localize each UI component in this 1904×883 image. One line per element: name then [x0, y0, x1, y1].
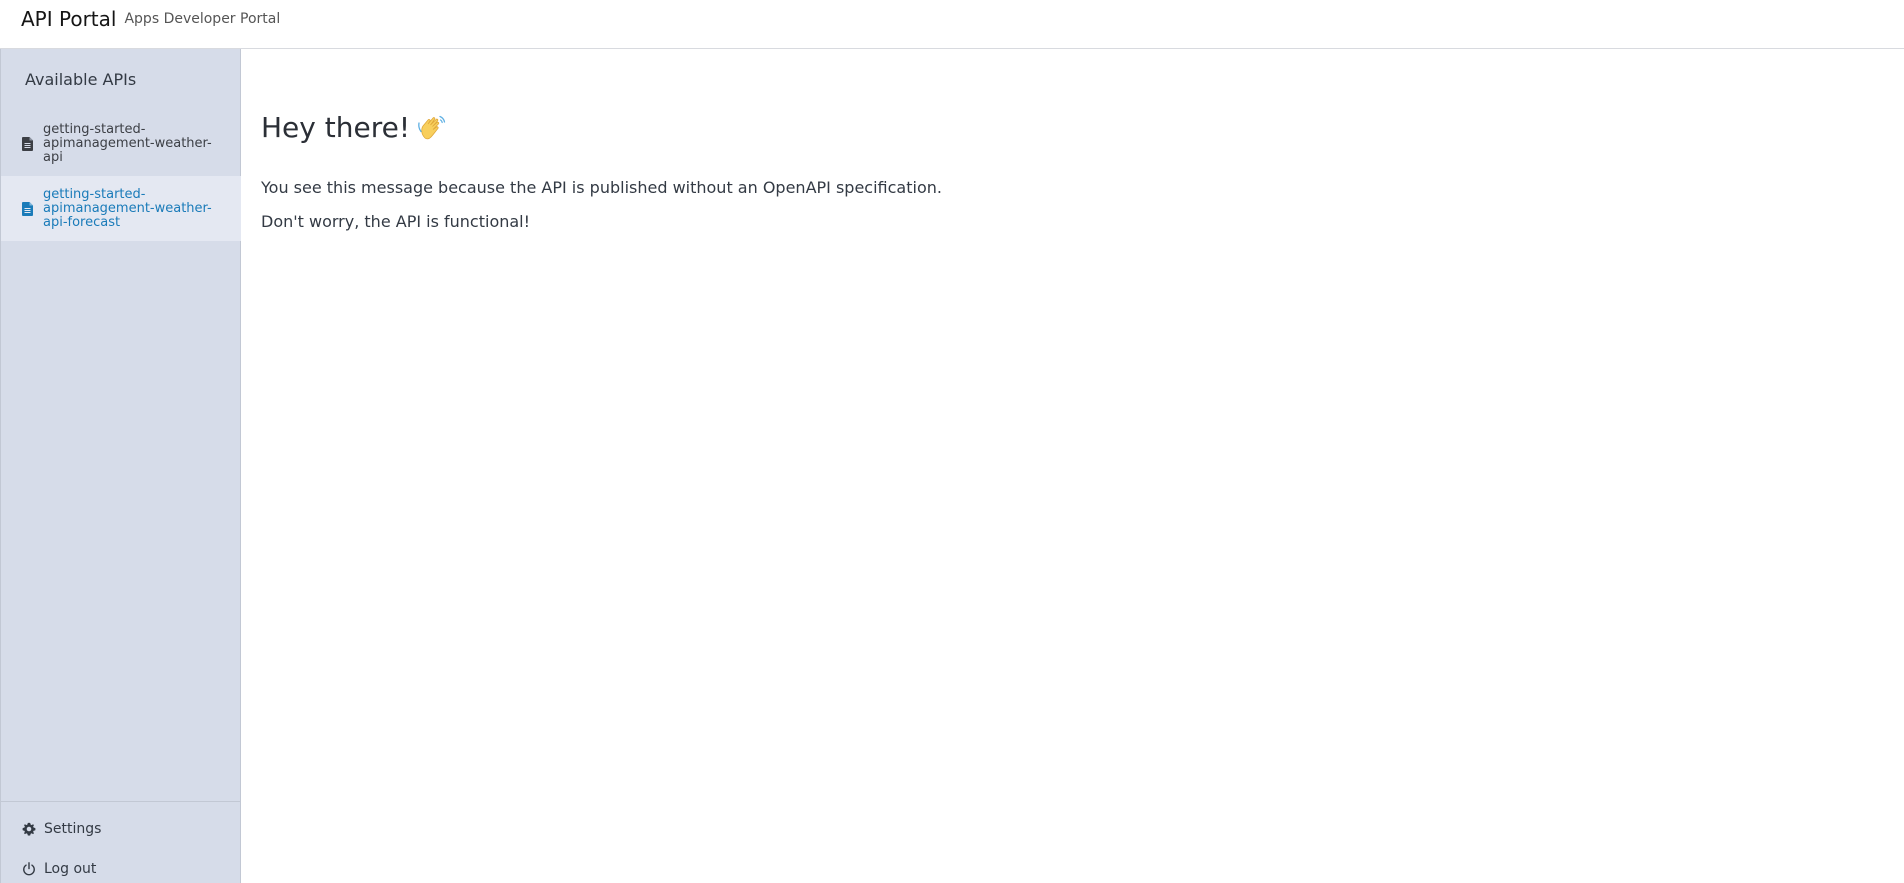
document-icon: [22, 136, 33, 151]
sidebar-item-weather-api[interactable]: getting-started-apimanagement-weather-ap…: [1, 111, 241, 176]
settings-label: Settings: [44, 821, 102, 837]
reassurance-message: Don't worry, the API is functional!: [261, 212, 531, 231]
top-header: API Portal Apps Developer Portal: [0, 0, 1904, 49]
portal-subtitle: Apps Developer Portal: [124, 11, 281, 27]
waving-hand-icon: [418, 115, 446, 139]
sidebar: Available APIs getting-started-apimanage…: [0, 49, 241, 883]
settings-link[interactable]: Settings: [22, 821, 101, 837]
logout-link[interactable]: Log out: [22, 861, 96, 877]
power-icon: [23, 862, 35, 876]
sidebar-item-weather-api-forecast[interactable]: getting-started-apimanagement-weather-ap…: [1, 176, 241, 241]
greeting-text: Hey there!: [261, 111, 411, 144]
greeting-heading: Hey there!: [261, 111, 446, 144]
sidebar-heading: Available APIs: [25, 70, 137, 89]
sidebar-item-label: getting-started-apimanagement-weather-ap…: [43, 186, 212, 230]
main-content: Hey there! You see this message because …: [241, 49, 1904, 883]
sidebar-footer: Settings Log out: [1, 801, 241, 883]
logout-label: Log out: [44, 861, 97, 877]
portal-title[interactable]: API Portal: [21, 6, 116, 32]
api-list: getting-started-apimanagement-weather-ap…: [1, 111, 241, 241]
gear-icon: [22, 822, 36, 836]
document-icon: [22, 201, 33, 216]
sidebar-item-label: getting-started-apimanagement-weather-ap…: [43, 121, 212, 165]
info-message: You see this message because the API is …: [261, 178, 942, 197]
